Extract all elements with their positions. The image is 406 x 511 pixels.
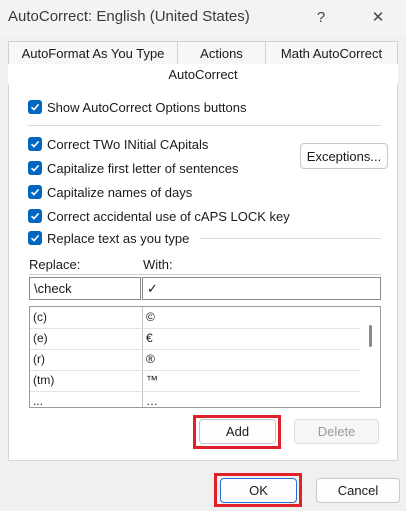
capitalize-first-letter-checkbox[interactable]: Capitalize first letter of sentences xyxy=(28,158,238,178)
tab-label: Actions xyxy=(200,46,243,61)
divider xyxy=(28,125,381,126)
show-autocorrect-options-checkbox[interactable]: Show AutoCorrect Options buttons xyxy=(28,97,246,117)
tab-label: Math AutoCorrect xyxy=(280,46,383,61)
list-item-replace: ... xyxy=(33,394,44,408)
window-title: AutoCorrect: English (United States) xyxy=(8,8,250,25)
divider xyxy=(200,238,381,239)
checkbox-checked-icon xyxy=(28,209,42,223)
replace-input[interactable]: \check xyxy=(29,277,141,300)
help-icon: ? xyxy=(316,8,326,26)
divider xyxy=(29,274,381,275)
checkbox-label: Capitalize first letter of sentences xyxy=(47,160,239,176)
checkbox-label: Replace text as you type xyxy=(47,230,190,246)
list-item-with: ™ xyxy=(146,373,158,387)
checkbox-checked-icon xyxy=(28,185,42,199)
replace-label: Replace: xyxy=(29,257,81,272)
exceptions-button[interactable]: Exceptions... xyxy=(300,143,388,169)
with-label: With: xyxy=(143,257,173,272)
cancel-button[interactable]: Cancel xyxy=(316,478,400,503)
list-item[interactable]: (tm) ™ xyxy=(30,370,380,391)
close-icon: ✕ xyxy=(371,9,385,26)
checkbox-checked-icon xyxy=(28,161,42,175)
list-item-replace: (tm) xyxy=(33,373,55,387)
replacement-list[interactable]: (c) © (e) € (r) ® (tm) ™ ... … xyxy=(29,306,381,408)
list-scrollbar-thumb[interactable] xyxy=(369,325,372,347)
button-label: Delete xyxy=(317,424,356,439)
tab-autoformat-as-you-type[interactable]: AutoFormat As You Type xyxy=(8,41,178,65)
tab-strip: AutoFormat As You Type Actions Math Auto… xyxy=(8,41,398,65)
correct-caps-lock-checkbox[interactable]: Correct accidental use of cAPS LOCK key xyxy=(28,206,290,226)
checkbox-label: Show AutoCorrect Options buttons xyxy=(47,99,247,115)
tab-label: AutoCorrect xyxy=(168,66,238,82)
replace-input-value: \check xyxy=(34,281,72,296)
list-item-with: © xyxy=(146,310,155,324)
capitalize-days-checkbox[interactable]: Capitalize names of days xyxy=(28,182,192,202)
tab-actions[interactable]: Actions xyxy=(177,41,266,65)
checkbox-label: Correct TWo INitial CApitals xyxy=(47,136,209,152)
list-item[interactable]: ... … xyxy=(30,391,380,408)
list-item-replace: (c) xyxy=(33,310,47,324)
delete-button[interactable]: Delete xyxy=(294,419,379,444)
tab-label: AutoFormat As You Type xyxy=(21,46,165,61)
help-button[interactable]: ? xyxy=(306,4,336,30)
list-item-replace: (e) xyxy=(33,331,48,345)
checkbox-label: Capitalize names of days xyxy=(47,184,193,200)
list-item-with: ® xyxy=(146,352,155,366)
list-item[interactable]: (e) € xyxy=(30,328,380,349)
correct-two-initial-capitals-checkbox[interactable]: Correct TWo INitial CApitals xyxy=(28,134,208,154)
list-item-with: € xyxy=(146,331,153,345)
list-item[interactable]: (c) © xyxy=(30,307,380,328)
tab-math-autocorrect[interactable]: Math AutoCorrect xyxy=(265,41,398,65)
checkbox-label: Correct accidental use of cAPS LOCK key xyxy=(47,208,290,224)
replace-text-as-you-type-checkbox[interactable]: Replace text as you type xyxy=(28,228,189,248)
close-button[interactable]: ✕ xyxy=(363,4,393,30)
list-item-replace: (r) xyxy=(33,352,45,366)
list-item-with: … xyxy=(146,394,158,408)
list-item[interactable]: (r) ® xyxy=(30,349,380,370)
with-input[interactable]: ✓ xyxy=(142,277,381,300)
checkbox-checked-icon xyxy=(28,231,42,245)
highlight-box-add xyxy=(193,415,281,449)
highlight-box-ok xyxy=(214,473,302,507)
with-input-value: ✓ xyxy=(147,280,158,296)
checkbox-checked-icon xyxy=(28,100,42,114)
button-label: Exceptions... xyxy=(306,148,382,164)
checkbox-checked-icon xyxy=(28,137,42,151)
button-label: Cancel xyxy=(337,483,379,498)
tab-autocorrect[interactable]: AutoCorrect xyxy=(8,64,398,84)
